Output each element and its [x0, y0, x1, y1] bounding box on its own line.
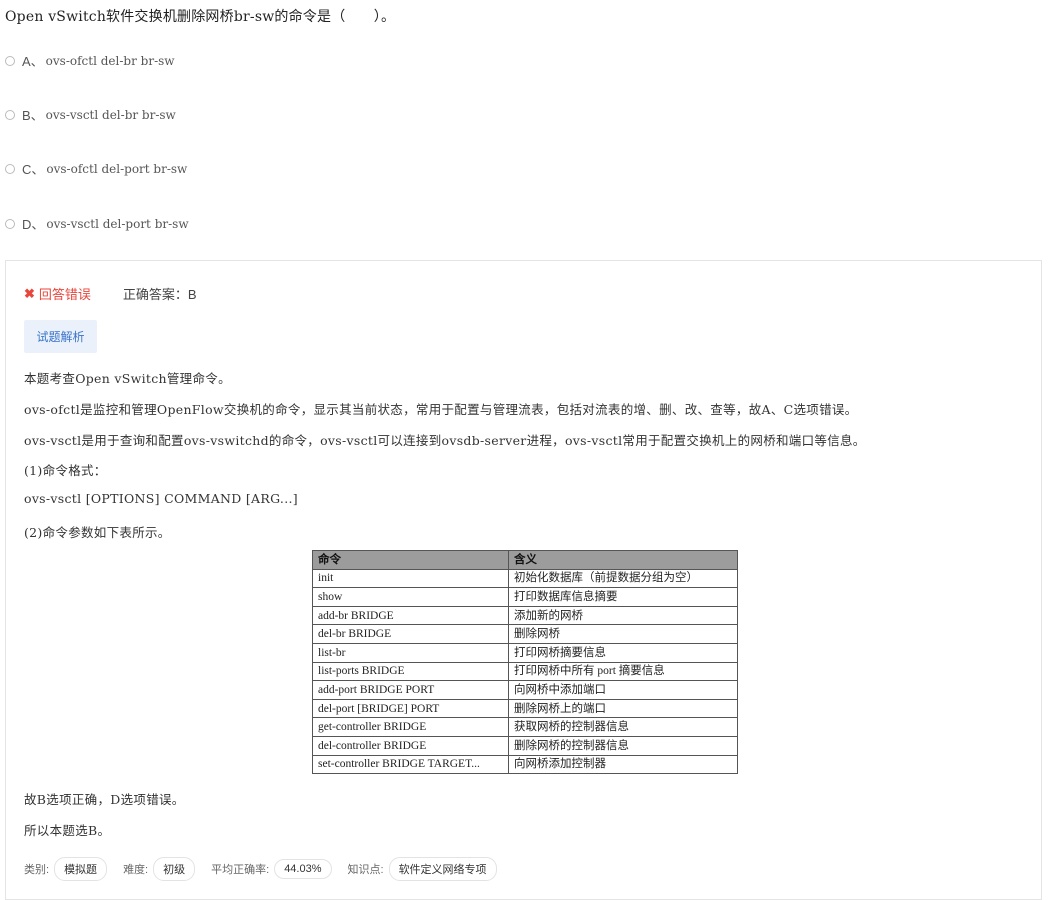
correct-answer-text: 正确答案：B — [122, 287, 197, 302]
conclusion-paragraph: 故B选项正确，D选项错误。 — [24, 792, 185, 807]
analysis-paragraph: (2)命令参数如下表所示。 — [24, 525, 171, 540]
meta-tags: 类别: 模拟题 难度: 初级 平均正确率: 44.03% 知识点: 软件定义网络… — [24, 857, 513, 881]
table-cell: 打印数据库信息摘要 — [508, 587, 738, 607]
table-header-row: 命令 含义 — [312, 550, 738, 570]
table-cell: 删除网桥 — [508, 624, 738, 644]
table-cell: list-br — [312, 642, 509, 663]
option-c-text: ovs-ofctl del-port br-sw — [46, 161, 188, 176]
option-b-radio[interactable] — [5, 109, 15, 120]
table-row: del-controller BRIDGE 删除网桥的控制器信息 — [312, 735, 738, 756]
accuracy-tag: 44.03% — [274, 859, 332, 879]
table-row: get-controller BRIDGE 获取网桥的控制器信息 — [312, 717, 738, 737]
option-a-letter: A、 — [22, 54, 44, 69]
table-cell: 删除网桥的控制器信息 — [508, 735, 738, 756]
analysis-paragraph: 本题考查Open vSwitch管理命令。 — [24, 371, 231, 386]
option-d[interactable]: D、 ovs-vsctl del-port br-sw — [5, 214, 189, 233]
table-cell: show — [312, 587, 509, 607]
analysis-panel: ✖ 回答错误 正确答案：B 试题解析 本题考查Open vSwitch管理命令。… — [5, 260, 1042, 900]
table-cell: del-port [BRIDGE] PORT — [312, 698, 509, 719]
option-d-text: ovs-vsctl del-port br-sw — [46, 216, 189, 231]
wrong-answer-text: 回答错误 — [38, 287, 91, 302]
table-row: list-ports BRIDGE 打印网桥中所有 port 摘要信息 — [312, 661, 738, 682]
wrong-icon: ✖ — [24, 285, 35, 301]
category-label: 类别: — [24, 864, 50, 876]
table-cell: 打印网桥摘要信息 — [508, 642, 738, 663]
accuracy-label: 平均正确率: — [211, 864, 270, 876]
analysis-paragraph: ovs-ofctl是监控和管理OpenFlow交换机的命令，显示其当前状态，常用… — [24, 402, 858, 417]
analysis-paragraph: ovs-vsctl是用于查询和配置ovs-vswitchd的命令，ovs-vsc… — [24, 433, 866, 448]
table-cell: del-controller BRIDGE — [312, 735, 509, 756]
table-cell: 向网桥添加控制器 — [508, 754, 738, 775]
table-cell: set-controller BRIDGE TARGET... — [312, 754, 509, 775]
difficulty-label: 难度: — [123, 864, 149, 876]
result-row: ✖ 回答错误 正确答案：B — [24, 284, 197, 303]
table-row: show 打印数据库信息摘要 — [312, 587, 738, 607]
table-row: del-port [BRIDGE] PORT 删除网桥上的端口 — [312, 698, 738, 719]
table-row: add-br BRIDGE 添加新的网桥 — [312, 605, 738, 626]
table-cell: add-br BRIDGE — [312, 605, 509, 626]
option-d-letter: D、 — [22, 217, 45, 232]
analysis-button[interactable]: 试题解析 — [24, 320, 97, 353]
question-title: Open vSwitch软件交换机删除网桥br-sw的命令是（ ）。 — [5, 9, 396, 25]
table-cell: 添加新的网桥 — [508, 605, 738, 626]
command-format: ovs-vsctl [OPTIONS] COMMAND [ARG...] — [24, 491, 298, 506]
table-header-meaning: 含义 — [508, 550, 738, 570]
table-cell: 初始化数据库（前提数据分组为空） — [508, 568, 738, 589]
table-cell: 向网桥中添加端口 — [508, 680, 738, 700]
conclusion-paragraph: 所以本题选B。 — [24, 823, 111, 838]
table-cell: 获取网桥的控制器信息 — [508, 717, 738, 737]
option-c-radio[interactable] — [5, 163, 15, 174]
table-row: del-br BRIDGE 删除网桥 — [312, 624, 738, 644]
option-b[interactable]: B、 ovs-vsctl del-br br-sw — [5, 105, 176, 124]
table-cell: 删除网桥上的端口 — [508, 698, 738, 719]
analysis-paragraph: (1)命令格式： — [24, 463, 107, 478]
option-d-radio[interactable] — [5, 218, 15, 229]
table-header-command: 命令 — [312, 550, 509, 570]
table-row: set-controller BRIDGE TARGET... 向网桥添加控制器 — [312, 754, 738, 775]
knowledge-tag: 软件定义网络专项 — [388, 857, 497, 881]
table-cell: 打印网桥中所有 port 摘要信息 — [508, 661, 738, 682]
table-row: init 初始化数据库（前提数据分组为空） — [312, 568, 738, 589]
option-c[interactable]: C、 ovs-ofctl del-port br-sw — [5, 159, 187, 178]
option-a[interactable]: A、 ovs-ofctl del-br br-sw — [5, 51, 175, 70]
knowledge-label: 知识点: — [347, 864, 384, 876]
table-row: list-br 打印网桥摘要信息 — [312, 642, 738, 663]
table-cell: list-ports BRIDGE — [312, 661, 509, 682]
difficulty-tag: 初级 — [153, 857, 196, 881]
option-a-text: ovs-ofctl del-br br-sw — [45, 53, 175, 68]
category-tag: 模拟题 — [54, 857, 108, 881]
table-cell: add-port BRIDGE PORT — [312, 680, 509, 700]
option-a-radio[interactable] — [5, 55, 15, 66]
option-b-letter: B、 — [22, 108, 44, 123]
table-cell: get-controller BRIDGE — [312, 717, 509, 737]
command-table: 命令 含义 init 初始化数据库（前提数据分组为空） show 打印数据库信息摘要… — [312, 550, 738, 775]
table-cell: del-br BRIDGE — [312, 624, 509, 644]
table-row: add-port BRIDGE PORT 向网桥中添加端口 — [312, 680, 738, 700]
table-cell: init — [312, 568, 509, 589]
option-b-text: ovs-vsctl del-br br-sw — [45, 107, 176, 122]
option-c-letter: C、 — [22, 162, 45, 177]
